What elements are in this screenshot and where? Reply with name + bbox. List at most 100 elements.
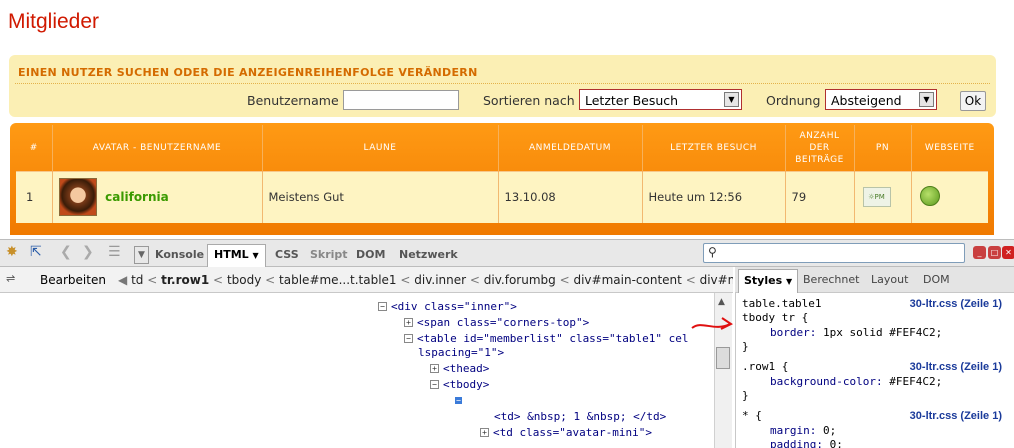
order-select[interactable]: Absteigend ▼: [825, 89, 937, 110]
sort-select-value: Letzter Besuch: [585, 93, 679, 108]
css-declaration[interactable]: margin: 0;: [742, 424, 836, 438]
header-avatar-username[interactable]: AVATAR - BENUTZERNAME: [52, 125, 263, 171]
tree-node[interactable]: <td> &nbsp; 1 &nbsp; </td>: [494, 409, 666, 424]
pm-label: PM: [874, 193, 885, 202]
post-count-cell: 79: [785, 170, 855, 223]
tab-styles[interactable]: Styles ▼: [738, 269, 799, 293]
tab-computed[interactable]: Berechnet: [803, 273, 859, 286]
scroll-up-icon[interactable]: ▲: [718, 297, 725, 307]
globe-icon[interactable]: [919, 185, 940, 206]
css-brace: }: [742, 340, 749, 353]
chevron-down-icon: ▼: [252, 251, 259, 260]
tab-dom-side[interactable]: DOM: [923, 273, 950, 286]
row-number: 1: [16, 170, 53, 223]
maximize-icon[interactable]: □: [988, 246, 1001, 259]
firebug-icon[interactable]: ✸: [6, 244, 18, 260]
sort-label: Sortieren nach: [483, 93, 575, 108]
username-input[interactable]: [343, 90, 459, 110]
breadcrumb-item[interactable]: div#main-content: [573, 273, 681, 287]
breadcrumb-item[interactable]: tbody: [227, 273, 261, 287]
tab-dropdown-icon[interactable]: ▼: [134, 246, 149, 264]
tree-node-selected[interactable]: − <tr class="row1">: [454, 393, 714, 408]
chevron-down-icon: ▼: [785, 277, 793, 286]
collapse-icon[interactable]: −: [404, 334, 413, 343]
breadcrumb-item[interactable]: td: [131, 273, 143, 287]
header-mood[interactable]: LAUNE: [262, 125, 499, 171]
sort-select[interactable]: Letzter Besuch ▼: [579, 89, 742, 110]
tab-html-label: HTML: [214, 248, 249, 261]
breadcrumb-item[interactable]: div#main: [700, 273, 733, 287]
tree-node[interactable]: − <table id="memberlist" class="table1" c…: [404, 331, 689, 346]
search-heading: EINEN NUTZER SUCHEN ODER DIE ANZEIGENREI…: [18, 66, 478, 79]
css-selector[interactable]: table.table1: [742, 297, 821, 311]
html-tree-panel: − <div class="inner"> + <span class="corne…: [0, 293, 716, 448]
expand-icon[interactable]: +: [430, 364, 439, 373]
tree-node-continuation: lspacing="1">: [418, 346, 505, 359]
divider: [15, 83, 990, 84]
chevron-down-icon[interactable]: ▼: [724, 92, 739, 107]
breadcrumb-item[interactable]: table#me...t.table1: [279, 273, 397, 287]
last-visit-cell: Heute um 12:56: [642, 170, 786, 223]
header-website: WEBSEITE: [924, 142, 975, 153]
css-selector[interactable]: tbody tr {: [742, 311, 808, 325]
collapse-icon[interactable]: −: [378, 302, 387, 311]
scroll-left-icon[interactable]: ◀: [118, 273, 127, 287]
css-declaration[interactable]: background-color: #FEF4C2;: [742, 375, 942, 389]
breadcrumb-path: ◀ td < tr.row1 < tbody < table#me...t.ta…: [118, 273, 733, 287]
avatar[interactable]: [58, 178, 97, 217]
username-link[interactable]: california: [105, 190, 169, 204]
minimize-icon[interactable]: _: [973, 246, 986, 259]
chevron-down-icon[interactable]: ▼: [919, 92, 934, 107]
forward-icon[interactable]: ❯: [82, 244, 94, 260]
header-last-visit[interactable]: LETZTER BESUCH: [642, 125, 786, 171]
css-selector[interactable]: * {: [742, 409, 762, 423]
tab-html[interactable]: HTML ▼: [207, 244, 266, 268]
avatar-cell: california: [52, 170, 263, 223]
css-selector[interactable]: .row1 {: [742, 360, 788, 374]
tab-styles-label: Styles: [744, 274, 783, 287]
page-title: Mitglieder: [8, 10, 100, 33]
order-label: Ordnung: [766, 93, 821, 108]
header-post-count[interactable]: ANZAHL DER BEITRÄGE: [785, 125, 855, 171]
tree-node[interactable]: + <thead>: [430, 361, 489, 376]
edit-button[interactable]: Bearbeiten: [40, 273, 106, 287]
tab-dom[interactable]: DOM: [356, 248, 385, 261]
inspect-icon[interactable]: ⇱: [30, 244, 42, 260]
expand-icon[interactable]: +: [480, 428, 489, 437]
scrollbar-thumb[interactable]: [716, 347, 730, 369]
breadcrumb-item[interactable]: div.forumbg: [484, 273, 556, 287]
joined-cell: 13.10.08: [498, 170, 643, 223]
collapse-icon[interactable]: −: [430, 380, 439, 389]
back-icon[interactable]: ❮: [60, 244, 72, 260]
tree-node[interactable]: + <span class="corners-top">: [404, 315, 589, 330]
css-source-link[interactable]: 30-ltr.css (Zeile 1): [910, 298, 1002, 310]
collapse-icon[interactable]: −: [454, 396, 463, 405]
header-number[interactable]: #: [16, 125, 53, 171]
css-declaration[interactable]: padding: 0;: [742, 438, 843, 448]
tab-css[interactable]: CSS: [275, 248, 299, 261]
side-panel-tabs: Styles ▼ Berechnet Layout DOM: [735, 267, 1014, 293]
css-source-link[interactable]: 30-ltr.css (Zeile 1): [910, 361, 1002, 373]
annotation-arrow-icon: [691, 317, 733, 330]
tree-node[interactable]: − <div class="inner">: [378, 299, 517, 314]
table-row: 1 california Meistens Gut 13.10.08 Heute…: [16, 170, 988, 223]
tab-network[interactable]: Netzwerk: [399, 248, 458, 261]
css-declaration[interactable]: border: 1px solid #FEF4C2;: [742, 326, 942, 340]
breadcrumb-item[interactable]: div.inner: [414, 273, 466, 287]
ok-button[interactable]: Ok: [960, 91, 986, 111]
expand-icon[interactable]: +: [404, 318, 413, 327]
tab-console[interactable]: Konsole: [155, 248, 204, 261]
tab-script[interactable]: Skript: [310, 248, 348, 261]
tree-node[interactable]: + <td class="avatar-mini">: [480, 425, 652, 440]
menu-icon[interactable]: ☰: [108, 244, 121, 260]
memberlist-table: # AVATAR - BENUTZERNAME LAUNE ANMELDEDAT…: [10, 123, 994, 235]
split-icon[interactable]: ⇌: [6, 272, 15, 285]
breadcrumb-item-current[interactable]: tr.row1: [161, 273, 209, 287]
tab-layout[interactable]: Layout: [871, 273, 908, 286]
tree-node[interactable]: − <tbody>: [430, 377, 489, 392]
close-icon[interactable]: ✕: [1002, 246, 1014, 259]
css-source-link[interactable]: 30-ltr.css (Zeile 1): [910, 410, 1002, 422]
search-input[interactable]: ⚲: [703, 243, 965, 263]
send-pm-button[interactable]: ☼PM: [862, 187, 891, 208]
header-joined[interactable]: ANMELDEDATUM: [498, 125, 643, 171]
